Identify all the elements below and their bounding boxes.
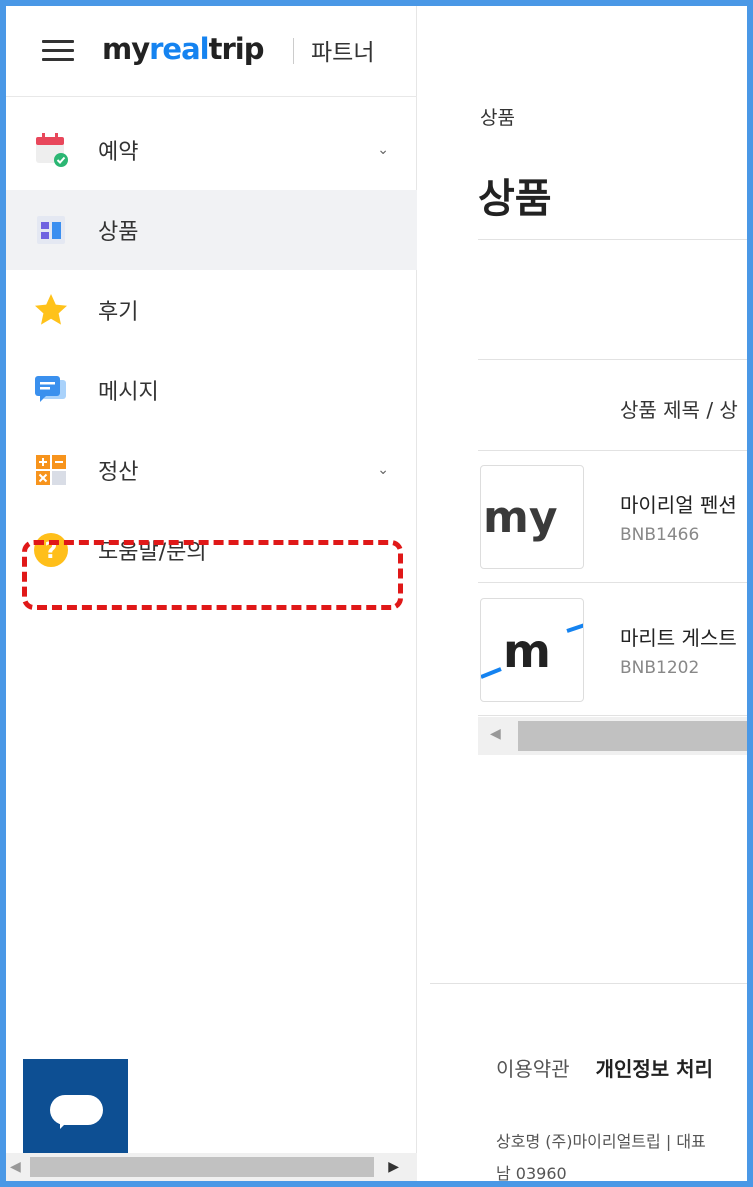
svg-text:m: m: [503, 624, 551, 678]
table-row[interactable]: my 마이리얼 펜션 BNB1466: [478, 451, 747, 583]
hamburger-menu-icon[interactable]: [42, 40, 74, 64]
table-row[interactable]: m 마리트 게스트 BNB1202: [478, 584, 747, 716]
sidebar-horizontal-scrollbar[interactable]: ◀ ▶: [6, 1153, 417, 1181]
sidebar-item-label: 상품: [98, 220, 139, 245]
divider: [478, 239, 747, 240]
product-thumbnail: m: [480, 598, 584, 702]
sidebar-item-label: 예약: [98, 140, 139, 165]
main-content: 상품 상품 상품 제목 / 상 my 마이리얼 펜션 BNB1466 m 마리트…: [418, 6, 747, 1181]
chevron-down-icon: ⌄: [377, 462, 389, 478]
company-address: 남 03960: [496, 1164, 567, 1181]
star-icon: [32, 291, 70, 329]
page-title: 상품: [478, 176, 552, 222]
sidebar-item-label: 후기: [98, 300, 139, 325]
chat-bubble-icon: [50, 1095, 103, 1125]
sidebar: myrealtrip 파트너 예약 ⌄ 상품 후기 메시지 정산 ⌄ ? 도움말…: [6, 6, 417, 1181]
sidebar-item-products[interactable]: 상품: [6, 190, 417, 270]
scroll-left-icon[interactable]: ◀: [10, 1159, 21, 1175]
sidebar-item-reviews[interactable]: 후기: [6, 270, 417, 350]
calendar-check-icon: [32, 131, 70, 169]
product-title[interactable]: 마이리얼 펜션: [620, 489, 737, 518]
brand-logo[interactable]: myrealtrip: [102, 32, 264, 66]
sidebar-item-messages[interactable]: 메시지: [6, 350, 417, 430]
sidebar-menu: 예약 ⌄ 상품 후기 메시지 정산 ⌄ ? 도움말/문의: [6, 110, 417, 590]
chat-support-button[interactable]: [23, 1059, 128, 1164]
sidebar-item-label: 메시지: [98, 380, 159, 405]
scrollbar-thumb[interactable]: [30, 1157, 374, 1177]
footer-links: 이용약관 개인정보 처리: [496, 1053, 713, 1082]
scroll-left-icon[interactable]: ◀: [490, 726, 501, 742]
product-code: BNB1466: [620, 525, 700, 545]
breadcrumb: 상품: [480, 107, 515, 129]
privacy-link[interactable]: 개인정보 처리: [596, 1057, 713, 1081]
top-bar: myrealtrip 파트너: [6, 6, 417, 97]
logo-divider: [293, 38, 294, 64]
company-info: 상호명 (주)마이리얼트립 | 대표: [496, 1132, 706, 1151]
table-column-header: 상품 제목 / 상: [620, 398, 738, 422]
product-code: BNB1202: [620, 658, 700, 678]
terms-link[interactable]: 이용약관: [496, 1057, 570, 1081]
sidebar-item-settlement[interactable]: 정산 ⌄: [6, 430, 417, 510]
sidebar-item-label: 정산: [98, 460, 139, 485]
product-grid-icon: [32, 211, 70, 249]
footer-divider: [430, 983, 747, 984]
product-title[interactable]: 마리트 게스트: [620, 622, 737, 651]
scroll-right-icon[interactable]: ▶: [388, 1159, 399, 1175]
product-thumbnail: my: [480, 465, 584, 569]
sidebar-item-reservation[interactable]: 예약 ⌄: [6, 110, 417, 190]
partner-label: 파트너: [311, 40, 375, 66]
message-bubble-icon: [32, 371, 70, 409]
divider: [478, 359, 747, 360]
svg-text:my: my: [483, 492, 558, 543]
table-horizontal-scrollbar[interactable]: ◀: [478, 717, 747, 755]
scrollbar-thumb[interactable]: [518, 721, 747, 751]
help-highlight-outline: [22, 540, 403, 610]
calculator-icon: [32, 451, 70, 489]
chevron-down-icon: ⌄: [377, 142, 389, 158]
